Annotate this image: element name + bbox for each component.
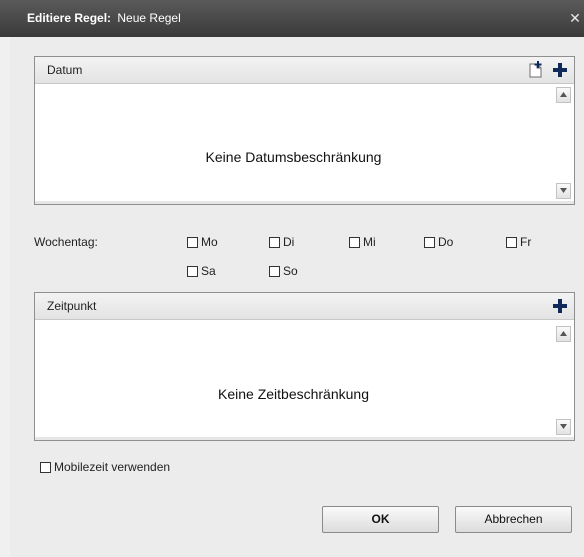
checkbox[interactable]	[40, 461, 51, 473]
scroll-down-icon[interactable]	[556, 183, 571, 199]
checkbox[interactable]	[187, 265, 198, 277]
window-title: Editiere Regel: Neue Regel	[27, 11, 181, 25]
window-title-bold: Editiere Regel:	[27, 11, 112, 25]
panel-bottom-edge	[35, 437, 574, 440]
weekday-checkbox-di[interactable]: Di	[269, 235, 294, 249]
date-panel: Datum Keine Datumsbeschränkung	[34, 56, 575, 205]
time-panel: Zeitpunkt Keine Zeitbeschränkung	[34, 292, 575, 441]
checkbox[interactable]	[269, 236, 280, 248]
time-scrollbar[interactable]	[554, 321, 574, 437]
time-empty-message: Keine Zeitbeschränkung	[218, 386, 369, 402]
time-panel-header: Zeitpunkt	[35, 293, 574, 320]
date-empty-message: Keine Datumsbeschränkung	[205, 149, 382, 165]
weekday-label: Wochentag:	[34, 235, 98, 249]
checkbox[interactable]	[506, 236, 517, 248]
weekday-label-fr: Fr	[520, 235, 532, 249]
scroll-down-icon[interactable]	[556, 419, 571, 435]
close-icon[interactable]: ✕	[566, 9, 584, 27]
window-title-name: Neue Regel	[117, 11, 181, 25]
checkbox[interactable]	[187, 236, 198, 248]
checkbox[interactable]	[349, 236, 360, 248]
mobile-time-checkbox[interactable]: Mobilezeit verwenden	[40, 460, 170, 474]
checkbox[interactable]	[424, 236, 435, 248]
cancel-button[interactable]: Abbrechen	[455, 506, 572, 533]
add-time-plus-icon[interactable]	[551, 296, 569, 316]
checkbox[interactable]	[269, 265, 280, 277]
scroll-up-icon[interactable]	[556, 87, 571, 103]
title-bar: Editiere Regel: Neue Regel ✕	[0, 0, 584, 37]
weekday-label-sa: Sa	[201, 264, 216, 278]
weekday-checkbox-sa[interactable]: Sa	[187, 264, 216, 278]
scroll-up-icon[interactable]	[556, 326, 571, 342]
date-scrollbar[interactable]	[554, 85, 574, 201]
weekday-checkbox-so[interactable]: So	[269, 264, 298, 278]
panel-bottom-edge	[35, 201, 574, 204]
weekday-checkbox-mi[interactable]: Mi	[349, 235, 376, 249]
time-panel-title: Zeitpunkt	[47, 299, 97, 313]
mobile-time-label: Mobilezeit verwenden	[54, 460, 171, 474]
date-panel-header: Datum	[35, 57, 574, 84]
weekday-label-mi: Mi	[363, 235, 376, 249]
dialog-body: Datum Keine Datumsbeschränkung Wochentag…	[10, 37, 584, 557]
weekday-label-mo: Mo	[201, 235, 218, 249]
weekday-label-di: Di	[283, 235, 295, 249]
weekday-checkbox-mo[interactable]: Mo	[187, 235, 218, 249]
add-date-plus-icon[interactable]	[551, 60, 569, 80]
weekday-label-so: So	[283, 264, 298, 278]
ok-button[interactable]: OK	[322, 506, 439, 533]
weekday-label-do: Do	[438, 235, 454, 249]
date-panel-title: Datum	[47, 63, 83, 77]
new-document-icon[interactable]	[528, 61, 544, 79]
weekday-checkbox-do[interactable]: Do	[424, 235, 453, 249]
weekday-checkbox-fr[interactable]: Fr	[506, 235, 531, 249]
